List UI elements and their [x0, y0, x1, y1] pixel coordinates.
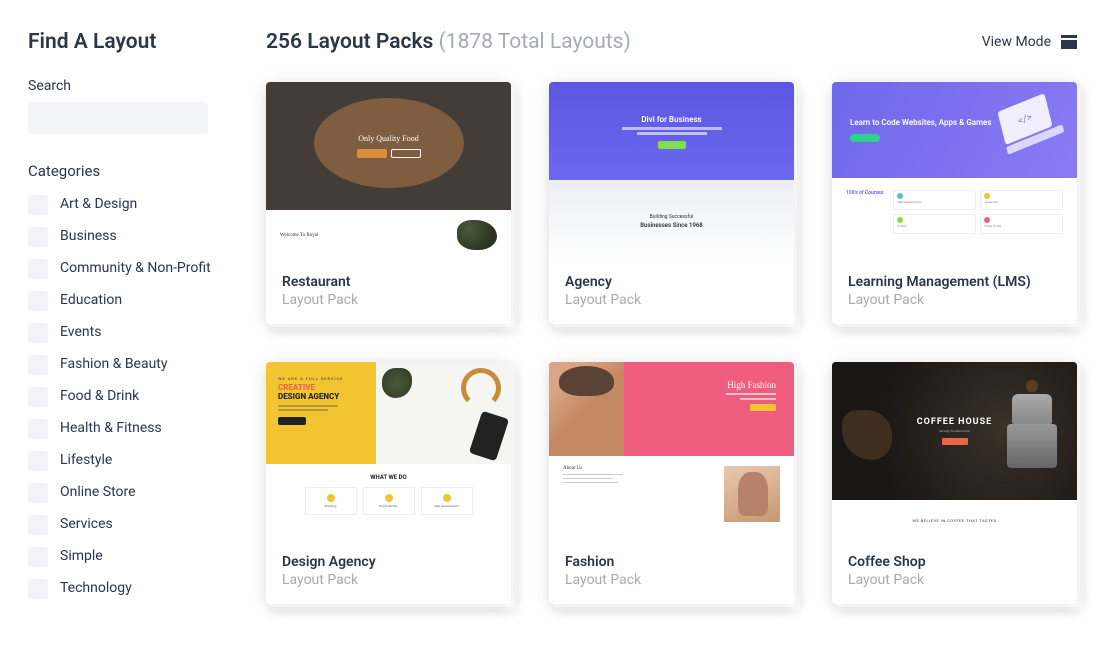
header-title: 256 Layout Packs (1878 Total Layouts) [266, 30, 631, 54]
category-label: Food & Drink [60, 386, 139, 407]
checkbox[interactable] [28, 579, 48, 599]
thumb-lower-text: WE BELIEVE IN COFFEE THAT TASTES [832, 500, 1077, 540]
card-thumbnail: WE ARE A FULL SERVICE CREATIVEDESIGN AGE… [266, 362, 511, 540]
checkbox[interactable] [28, 323, 48, 343]
card-thumbnail: Only Quality Food Welcome To Royal [266, 82, 511, 260]
category-label: Online Store [60, 482, 136, 503]
category-item[interactable]: Education [28, 290, 238, 311]
search-input[interactable] [28, 102, 208, 134]
layout-card[interactable]: COFFEE HOUSE Serving The Best Since WE B… [832, 362, 1077, 604]
category-list: Art & Design Business Community & Non-Prof… [28, 194, 238, 599]
search-label: Search [28, 78, 238, 94]
main-content: 256 Layout Packs (1878 Total Layouts) Vi… [238, 30, 1077, 604]
thumb-hero-text: Only Quality Food [358, 134, 418, 143]
card-title: Restaurant [282, 274, 495, 290]
layout-card[interactable]: High Fashion About Us [549, 362, 794, 604]
card-thumbnail: High Fashion About Us [549, 362, 794, 540]
view-mode-label: View Mode [982, 34, 1051, 50]
category-label: Simple [60, 546, 103, 567]
thumb-hero-text: Learn to Code Websites, Apps & Games [850, 118, 991, 128]
card-thumbnail: Divi for Business Building Successful Bu… [549, 82, 794, 260]
category-label: Services [60, 514, 113, 535]
category-label: Technology [60, 578, 132, 599]
grid-view-icon [1061, 35, 1077, 49]
category-item[interactable]: Events [28, 322, 238, 343]
card-title: Fashion [565, 554, 778, 570]
card-subtitle: Layout Pack [282, 572, 495, 588]
thumb-lower-text2: Businesses Since 1968 [640, 222, 703, 229]
checkbox[interactable] [28, 195, 48, 215]
category-item[interactable]: Online Store [28, 482, 238, 503]
category-item[interactable]: Community & Non-Profit [28, 258, 238, 279]
card-subtitle: Layout Pack [565, 292, 778, 308]
layout-card[interactable]: WE ARE A FULL SERVICE CREATIVEDESIGN AGE… [266, 362, 511, 604]
thumb-lower-title: WHAT WE DO [280, 474, 497, 481]
layout-card[interactable]: Divi for Business Building Successful Bu… [549, 82, 794, 324]
thumb-hero-text: CREATIVEDESIGN AGENCY [278, 383, 364, 401]
thumb-highlight: 100's of Courses [846, 190, 883, 196]
thumb-hero-text: Divi for Business [641, 115, 701, 124]
category-label: Health & Fitness [60, 418, 162, 439]
card-title: Design Agency [282, 554, 495, 570]
checkbox[interactable] [28, 547, 48, 567]
category-label: Events [60, 322, 101, 343]
category-item[interactable]: Technology [28, 578, 238, 599]
category-item[interactable]: Art & Design [28, 194, 238, 215]
category-item[interactable]: Simple [28, 546, 238, 567]
categories-title: Categories [28, 162, 238, 180]
sidebar-title: Find A Layout [28, 30, 238, 54]
category-item[interactable]: Services [28, 514, 238, 535]
thumb-hero-text: COFFEE HOUSE [917, 417, 992, 427]
checkbox[interactable] [28, 451, 48, 471]
category-label: Fashion & Beauty [60, 354, 168, 375]
thumb-hero-text: High Fashion [726, 380, 776, 390]
category-item[interactable]: Fashion & Beauty [28, 354, 238, 375]
checkbox[interactable] [28, 419, 48, 439]
thumb-lower-text: Welcome To Royal [280, 233, 318, 238]
checkbox[interactable] [28, 387, 48, 407]
checkbox[interactable] [28, 515, 48, 535]
category-item[interactable]: Lifestyle [28, 450, 238, 471]
card-thumbnail: COFFEE HOUSE Serving The Best Since WE B… [832, 362, 1077, 540]
category-label: Business [60, 226, 117, 247]
checkbox[interactable] [28, 355, 48, 375]
category-label: Lifestyle [60, 450, 112, 471]
main-header: 256 Layout Packs (1878 Total Layouts) Vi… [266, 30, 1077, 54]
category-label: Art & Design [60, 194, 137, 215]
checkbox[interactable] [28, 291, 48, 311]
layout-grid: Only Quality Food Welcome To Royal Resta… [266, 82, 1077, 604]
category-label: Community & Non-Profit [60, 258, 211, 279]
card-title: Learning Management (LMS) [848, 274, 1061, 290]
header-subtitle: (1878 Total Layouts) [439, 30, 631, 54]
view-mode-toggle[interactable]: View Mode [982, 34, 1077, 50]
card-subtitle: Layout Pack [565, 572, 778, 588]
card-thumbnail: Learn to Code Websites, Apps & Games </>… [832, 82, 1077, 260]
category-item[interactable]: Food & Drink [28, 386, 238, 407]
layout-card[interactable]: Learn to Code Websites, Apps & Games </>… [832, 82, 1077, 324]
card-subtitle: Layout Pack [848, 292, 1061, 308]
pack-title-suffix: Layout Packs [307, 30, 433, 54]
category-label: Education [60, 290, 122, 311]
thumb-tag: WE ARE A FULL SERVICE [278, 376, 364, 381]
card-subtitle: Layout Pack [282, 292, 495, 308]
layout-card[interactable]: Only Quality Food Welcome To Royal Resta… [266, 82, 511, 324]
card-subtitle: Layout Pack [848, 572, 1061, 588]
laptop-icon: </> [997, 89, 1064, 155]
pack-count: 256 [266, 30, 302, 54]
checkbox[interactable] [28, 227, 48, 247]
card-title: Coffee Shop [848, 554, 1061, 570]
category-item[interactable]: Health & Fitness [28, 418, 238, 439]
card-title: Agency [565, 274, 778, 290]
category-item[interactable]: Business [28, 226, 238, 247]
checkbox[interactable] [28, 483, 48, 503]
checkbox[interactable] [28, 259, 48, 279]
sidebar: Find A Layout Search Categories Art & De… [28, 30, 238, 604]
thumb-lower-text: Building Successful [650, 214, 694, 220]
thumb-lower-title: About Us [563, 466, 582, 471]
